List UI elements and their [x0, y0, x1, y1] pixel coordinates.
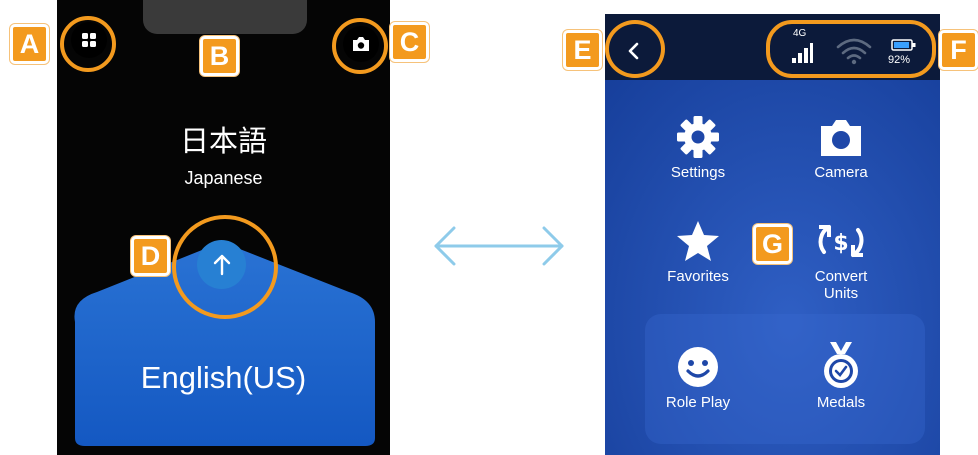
- highlight-ring-d: [172, 215, 278, 319]
- callout-d: D: [131, 236, 170, 276]
- role-play-menu-item[interactable]: Role Play: [643, 344, 753, 411]
- settings-label: Settings: [670, 164, 726, 181]
- svg-text:$: $: [833, 231, 848, 256]
- gear-icon: [677, 116, 719, 158]
- callout-b: B: [200, 36, 239, 76]
- highlight-ring-e: [605, 20, 665, 78]
- favorites-menu-item[interactable]: Favorites: [643, 218, 753, 285]
- double-arrow-icon: [434, 226, 564, 266]
- camera-icon: [821, 120, 861, 156]
- star-icon: [677, 221, 719, 261]
- currency-convert-icon: $: [818, 225, 864, 257]
- highlight-ring-c: [332, 18, 388, 74]
- smiley-icon: [678, 347, 718, 387]
- camera-menu-item[interactable]: Camera: [786, 114, 896, 181]
- camera-label: Camera: [814, 164, 868, 181]
- medals-label: Medals: [816, 394, 866, 411]
- callout-c: C: [390, 22, 429, 62]
- medal-icon: [824, 342, 858, 388]
- role-play-label: Role Play: [665, 394, 731, 411]
- callout-e: E: [563, 30, 602, 70]
- callout-a: A: [10, 24, 49, 64]
- target-language: English(US): [140, 360, 307, 395]
- convert-units-label: Convert Units: [814, 268, 868, 302]
- highlight-ring-a: [60, 16, 116, 72]
- convert-units-menu-item[interactable]: $ Convert Units: [786, 218, 896, 302]
- settings-menu-item[interactable]: Settings: [643, 114, 753, 181]
- callout-f: F: [939, 30, 978, 70]
- favorites-label: Favorites: [667, 268, 729, 285]
- callout-g: G: [753, 224, 792, 264]
- highlight-ring-f: [766, 20, 936, 78]
- medals-menu-item[interactable]: Medals: [786, 340, 896, 411]
